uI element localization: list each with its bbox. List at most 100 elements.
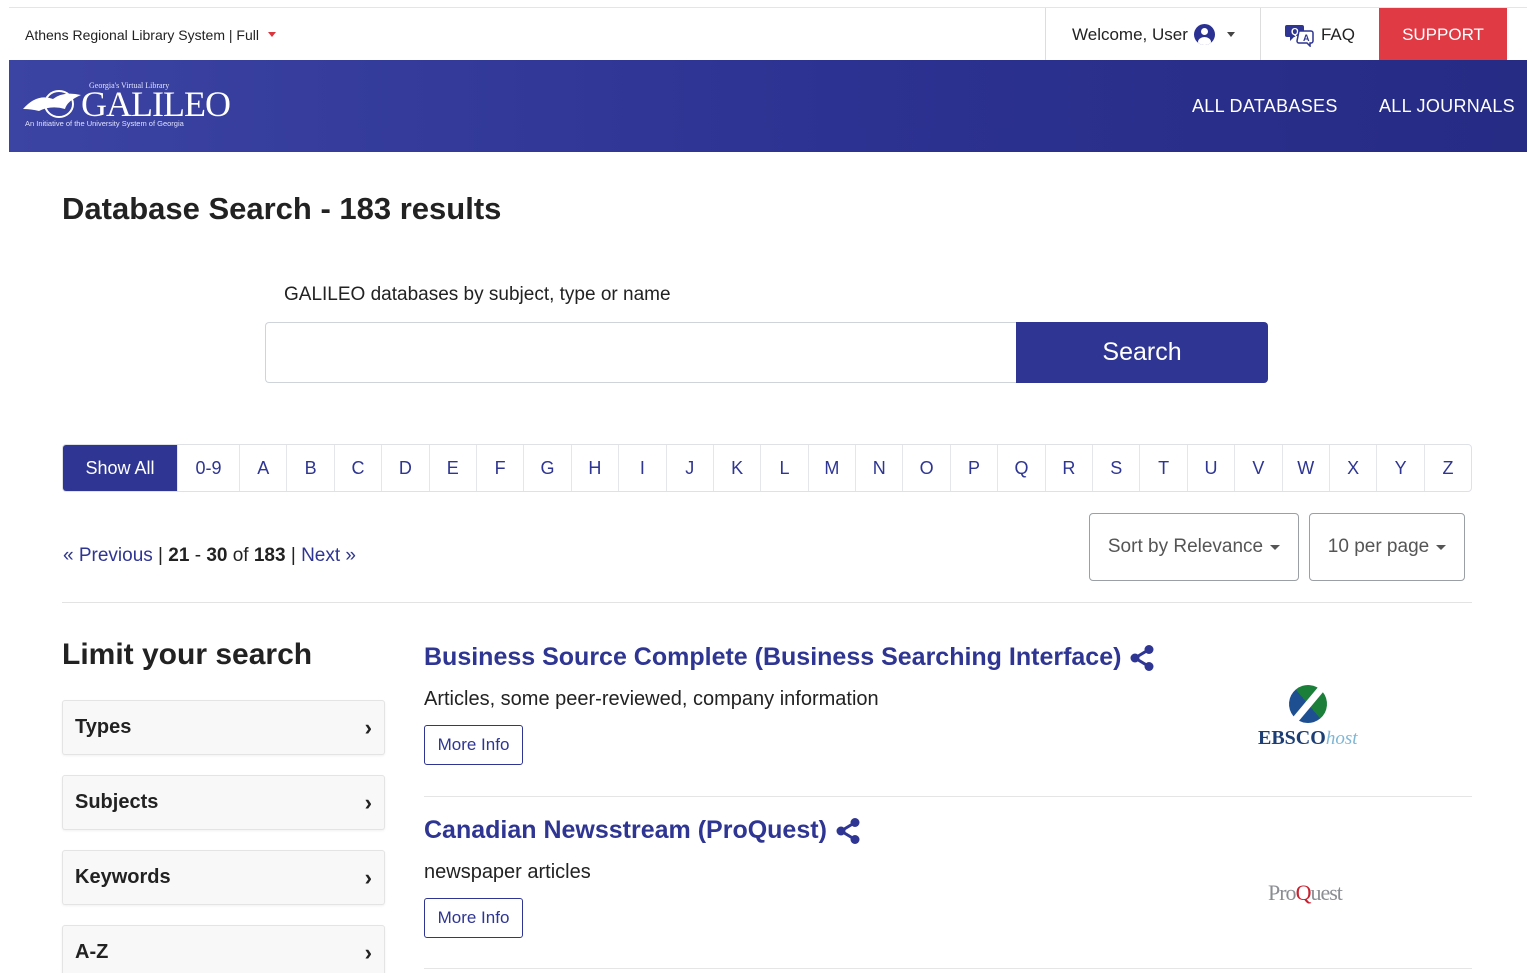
user-avatar-icon [1193,24,1215,45]
top-utility-bar: Athens Regional Library System | Full We… [9,7,1527,61]
letter-q[interactable]: Q [997,445,1044,491]
result-divider [424,968,1472,969]
search-button[interactable]: Search [1016,322,1268,383]
letter-r[interactable]: R [1044,445,1092,491]
chevron-right-icon: › [364,789,372,815]
alphabet-filter: Show All 0-9 A B C D E F G H I J K L M N… [62,444,1472,492]
facet-subjects[interactable]: Subjects › [62,775,385,830]
letter-v[interactable]: V [1234,445,1281,491]
share-icon[interactable] [836,817,860,844]
letter-j[interactable]: J [665,445,713,491]
letter-show-all[interactable]: Show All [63,445,177,491]
previous-page-link[interactable]: « Previous [63,545,153,566]
logo-wordmark: GALILEO [81,84,231,124]
letter-x[interactable]: X [1328,445,1376,491]
faq-label: FAQ [1320,24,1355,44]
letter-b[interactable]: B [286,445,333,491]
search-label: GALILEO databases by subject, type or na… [284,284,671,305]
letter-l[interactable]: L [760,445,807,491]
share-icon[interactable] [1130,644,1154,671]
facet-label: Types [75,716,132,738]
facet-label: A-Z [75,941,109,963]
more-info-button[interactable]: More Info [424,725,523,765]
vendor-name-c: uest [1310,880,1342,905]
nav-all-journals[interactable]: ALL JOURNALS [1379,60,1515,152]
chevron-down-icon [267,32,276,37]
vendor-name: EBSCO [1258,727,1326,749]
chevron-right-icon: › [364,939,372,965]
letter-k[interactable]: K [712,445,760,491]
letter-t[interactable]: T [1139,445,1186,491]
chevron-right-icon: › [364,864,372,890]
chevron-right-icon: › [364,714,372,740]
letter-g[interactable]: G [523,445,570,491]
letter-c[interactable]: C [333,445,381,491]
letter-u[interactable]: U [1186,445,1234,491]
svg-text:A: A [1303,33,1310,43]
support-button[interactable]: SUPPORT [1379,8,1507,61]
letter-o[interactable]: O [902,445,949,491]
range-dash: - [189,545,207,566]
letter-a[interactable]: A [239,445,286,491]
facet-label: Subjects [75,791,159,813]
letter-h[interactable]: H [570,445,618,491]
pager-separator: | [285,545,302,566]
chevron-down-icon [1436,544,1447,550]
range-start: 21 [168,545,190,566]
result-divider [424,796,1472,797]
total-count: 183 [253,545,286,566]
sort-label: Sort by Relevance [1107,536,1264,557]
letter-s[interactable]: S [1092,445,1139,491]
limit-search-title: Limit your search [62,638,313,671]
result-title: Canadian Newsstream (ProQuest) [424,816,827,844]
letter-f[interactable]: F [475,445,523,491]
page-title: Database Search - 183 results [62,191,502,226]
vendor-suffix: host [1325,728,1358,749]
letter-0-9[interactable]: 0-9 [177,445,239,491]
facet-a-z[interactable]: A-Z › [62,925,385,973]
user-menu[interactable]: Welcome, User [1045,8,1260,61]
letter-w[interactable]: W [1281,445,1329,491]
result-title-link[interactable]: Canadian Newsstream (ProQuest) [424,816,860,845]
next-page-link[interactable]: Next » [301,545,356,566]
facet-label: Keywords [75,866,171,888]
sort-dropdown[interactable]: Sort by Relevance [1089,513,1299,581]
faq-link[interactable]: Q A FAQ [1260,8,1379,61]
range-end: 30 [206,545,228,566]
result-title: Business Source Complete (Business Searc… [424,643,1122,671]
letter-m[interactable]: M [807,445,855,491]
institution-label: Athens Regional Library System | Full [25,26,259,43]
institution-selector[interactable]: Athens Regional Library System | Full [25,8,276,61]
ebsco-wordmark: EBSCOhost [1258,727,1358,750]
result-title-link[interactable]: Business Source Complete (Business Searc… [424,643,1154,672]
result-description: newspaper articles [424,861,591,883]
letter-y[interactable]: Y [1376,445,1423,491]
result-description: Articles, some peer-reviewed, company in… [424,688,879,710]
per-page-label: 10 per page [1327,536,1430,557]
search-input[interactable] [265,322,1017,383]
letter-i[interactable]: I [618,445,665,491]
letter-p[interactable]: P [949,445,997,491]
facet-types[interactable]: Types › [62,700,385,755]
ebscohost-logo: EBSCOhost [1250,677,1365,753]
vendor-name-a: Pro [1268,880,1297,905]
letter-z[interactable]: Z [1423,445,1471,491]
welcome-label: Welcome, User [1072,24,1188,44]
more-info-button[interactable]: More Info [424,898,523,938]
per-page-dropdown[interactable]: 10 per page [1309,513,1465,581]
galileo-logo[interactable]: Georgia's Virtual Library GALILEO An Ini… [23,81,231,131]
chevron-down-icon [1270,544,1281,550]
pagination: « Previous | 21 - 30 of 183 | Next » [63,545,356,567]
chevron-down-icon [1226,32,1235,37]
proquest-logo: ProQuest [1268,880,1343,906]
support-label: SUPPORT [1402,24,1484,44]
range-of: of [227,545,254,566]
facet-keywords[interactable]: Keywords › [62,850,385,905]
letter-n[interactable]: N [855,445,902,491]
nav-all-databases[interactable]: ALL DATABASES [1192,60,1338,152]
pager-separator: | [152,545,169,566]
letter-d[interactable]: D [381,445,428,491]
site-banner: Georgia's Virtual Library GALILEO An Ini… [9,60,1527,152]
letter-e[interactable]: E [428,445,476,491]
chat-bubbles-icon: Q A [1284,23,1315,47]
